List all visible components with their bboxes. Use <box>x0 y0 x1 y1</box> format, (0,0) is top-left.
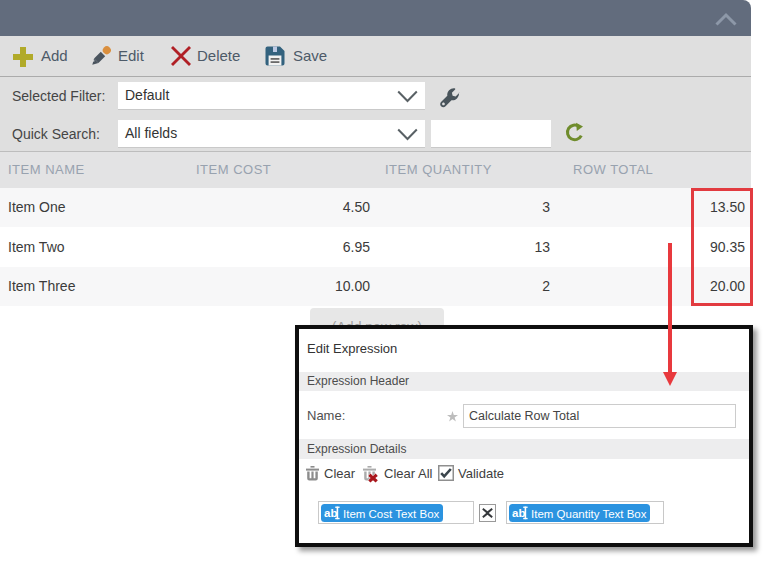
svg-text:ab: ab <box>324 507 337 519</box>
svg-text:ab: ab <box>512 507 525 519</box>
